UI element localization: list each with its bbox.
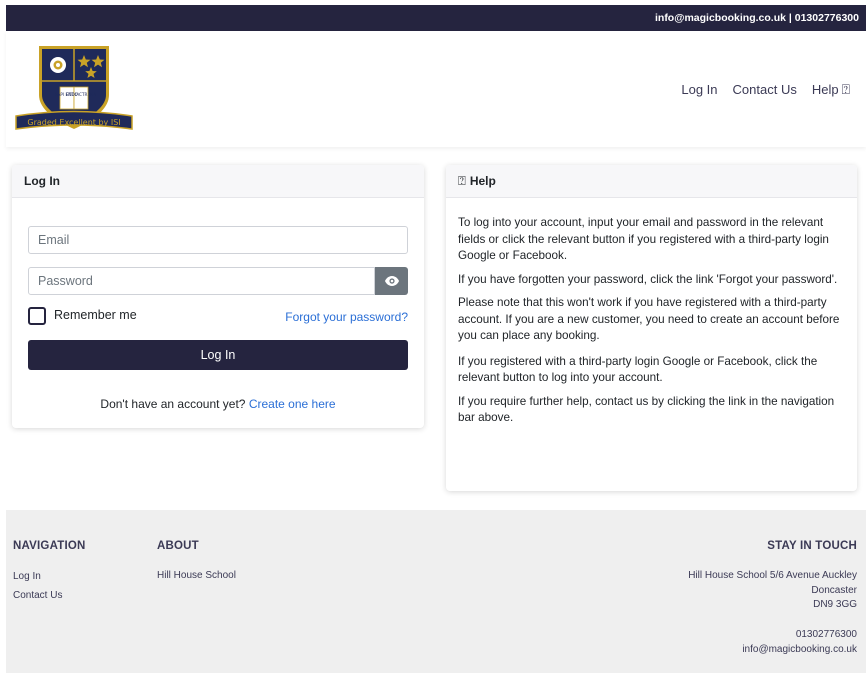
- main-nav: Log In Contact Us Help ⍰: [681, 82, 850, 98]
- footer-login-link[interactable]: Log In: [13, 571, 41, 582]
- forgot-password-link[interactable]: Forgot your password?: [285, 310, 408, 324]
- nav-contact-link[interactable]: Contact Us: [733, 82, 797, 98]
- help-paragraph: If you require further help, contact us …: [458, 394, 835, 425]
- login-card-header: Log In: [12, 165, 424, 198]
- remember-me-label[interactable]: Remember me: [54, 308, 137, 322]
- site-header: SAPI ENT IA ETDO CTR INA Graded Excellen…: [6, 31, 866, 147]
- help-paragraph: Please note that this won't work if you …: [458, 296, 840, 342]
- footer-about-text: Hill House School: [157, 570, 236, 581]
- login-card-title: Log In: [24, 174, 60, 188]
- create-account-link[interactable]: Create one here: [249, 397, 336, 411]
- remember-me-checkbox[interactable]: [28, 307, 46, 325]
- help-text: To log into your account, input your ema…: [446, 198, 857, 427]
- email-field[interactable]: Email: [28, 226, 408, 254]
- crest-book-right-text: ETDO CTR INA: [66, 92, 96, 97]
- footer-address-line: Doncaster: [811, 584, 857, 596]
- site-footer: NAVIGATION Log In Contact Us ABOUT Hill …: [6, 510, 866, 673]
- login-button[interactable]: Log In: [28, 340, 408, 370]
- footer-address-line: DN9 3GG: [813, 599, 857, 610]
- question-icon: ⍰: [841, 82, 850, 98]
- footer-about-heading: ABOUT: [157, 540, 199, 552]
- password-field[interactable]: Password: [28, 267, 375, 295]
- footer-phone[interactable]: 01302776300: [742, 628, 857, 643]
- login-card: Log In Email Password Remember me Forgot…: [12, 165, 424, 428]
- help-card-header: ⍰ Help: [446, 165, 857, 198]
- footer-contact-details: 01302776300 info@magicbooking.co.uk: [742, 628, 857, 657]
- footer-contact-link[interactable]: Contact Us: [13, 590, 62, 601]
- crest-banner-text: Graded Excellent by ISI: [27, 118, 120, 127]
- school-crest-icon: SAPI ENT IA ETDO CTR INA Graded Excellen…: [15, 46, 133, 130]
- footer-stay-in-touch-heading: STAY IN TOUCH: [767, 540, 857, 552]
- help-paragraph: To log into your account, input your ema…: [458, 216, 829, 262]
- topbar-contact-text: info@magicbooking.co.uk | 01302776300: [654, 12, 859, 24]
- footer-address: Hill House School 5/6 Avenue Auckley Don…: [688, 569, 857, 613]
- school-logo[interactable]: SAPI ENT IA ETDO CTR INA Graded Excellen…: [12, 43, 140, 135]
- nav-login-link[interactable]: Log In: [681, 82, 717, 98]
- signup-prompt: Don't have an account yet? Create one he…: [12, 397, 424, 411]
- help-paragraph: If you registered with a third-party log…: [458, 354, 818, 385]
- nav-help-link[interactable]: Help ⍰: [812, 82, 850, 98]
- question-icon: ⍰: [458, 173, 466, 189]
- top-contact-bar: info@magicbooking.co.uk | 01302776300: [6, 5, 866, 31]
- help-paragraph: If you have forgotten your password, cli…: [458, 272, 838, 286]
- help-card: ⍰ Help To log into your account, input y…: [446, 165, 857, 491]
- password-placeholder: Password: [38, 274, 93, 288]
- help-card-title: Help: [469, 174, 496, 188]
- email-placeholder: Email: [38, 233, 70, 247]
- footer-email[interactable]: info@magicbooking.co.uk: [742, 643, 857, 658]
- login-form: Email Password Remember me Forgot your p…: [12, 198, 424, 428]
- show-password-button[interactable]: [375, 267, 408, 295]
- eye-icon: [384, 276, 399, 286]
- nav-help-label: Help: [811, 82, 839, 97]
- footer-address-line: Hill House School 5/6 Avenue Auckley: [688, 570, 857, 581]
- signup-prompt-text: Don't have an account yet?: [100, 397, 246, 411]
- footer-navigation-heading: NAVIGATION: [13, 540, 86, 552]
